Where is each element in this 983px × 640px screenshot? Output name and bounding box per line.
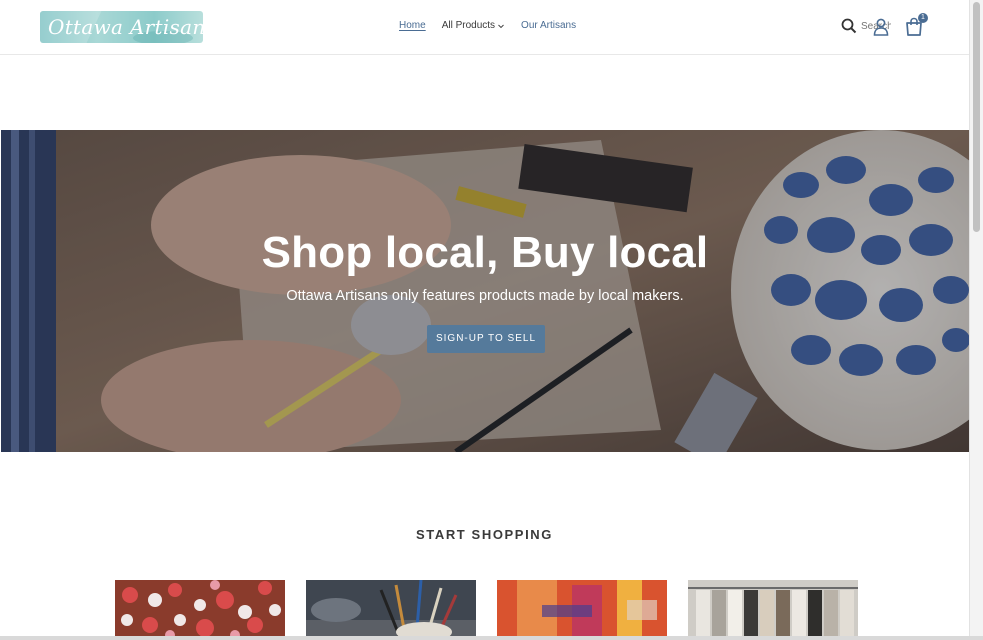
collection-image-clothing-rack <box>688 580 858 640</box>
collection-card-painting[interactable] <box>497 580 667 640</box>
collection-image-brushes <box>306 580 476 640</box>
collection-image-painting <box>497 580 667 640</box>
sign-up-to-sell-button[interactable]: SIGN-UP TO SELL <box>427 325 545 353</box>
hero-banner: Shop local, Buy local Ottawa Artisans on… <box>1 130 969 452</box>
site-header: Ottawa Artisans Home All Products Our Ar… <box>0 0 969 55</box>
logo-text: Ottawa Artisans <box>48 15 203 39</box>
scrollbar-thumb[interactable] <box>973 2 980 232</box>
nav-all-products[interactable]: All Products <box>442 20 505 31</box>
horizontal-scrollbar[interactable] <box>0 636 983 640</box>
nav-our-artisans[interactable]: Our Artisans <box>521 20 576 31</box>
cart-count-badge: 1 <box>918 13 928 23</box>
collection-card-hearts[interactable] <box>115 580 285 640</box>
nav-home[interactable]: Home <box>399 20 426 31</box>
collection-card-brushes[interactable] <box>306 580 476 640</box>
hero-title: Shop local, Buy local <box>261 228 709 277</box>
chevron-down-icon <box>498 24 504 28</box>
section-title: START SHOPPING <box>415 527 553 542</box>
main-nav: Home All Products Our Artisans <box>399 20 576 31</box>
collection-card-clothing[interactable] <box>688 580 858 640</box>
search-icon[interactable] <box>841 18 857 34</box>
collection-list <box>115 580 858 640</box>
hero-subtitle: Ottawa Artisans only features products m… <box>286 288 684 304</box>
page-scrollbar[interactable] <box>969 0 983 640</box>
logo[interactable]: Ottawa Artisans <box>40 11 203 43</box>
account-icon[interactable] <box>873 18 889 36</box>
nav-all-products-label: All Products <box>441 20 496 31</box>
collection-image-hearts <box>115 580 285 640</box>
